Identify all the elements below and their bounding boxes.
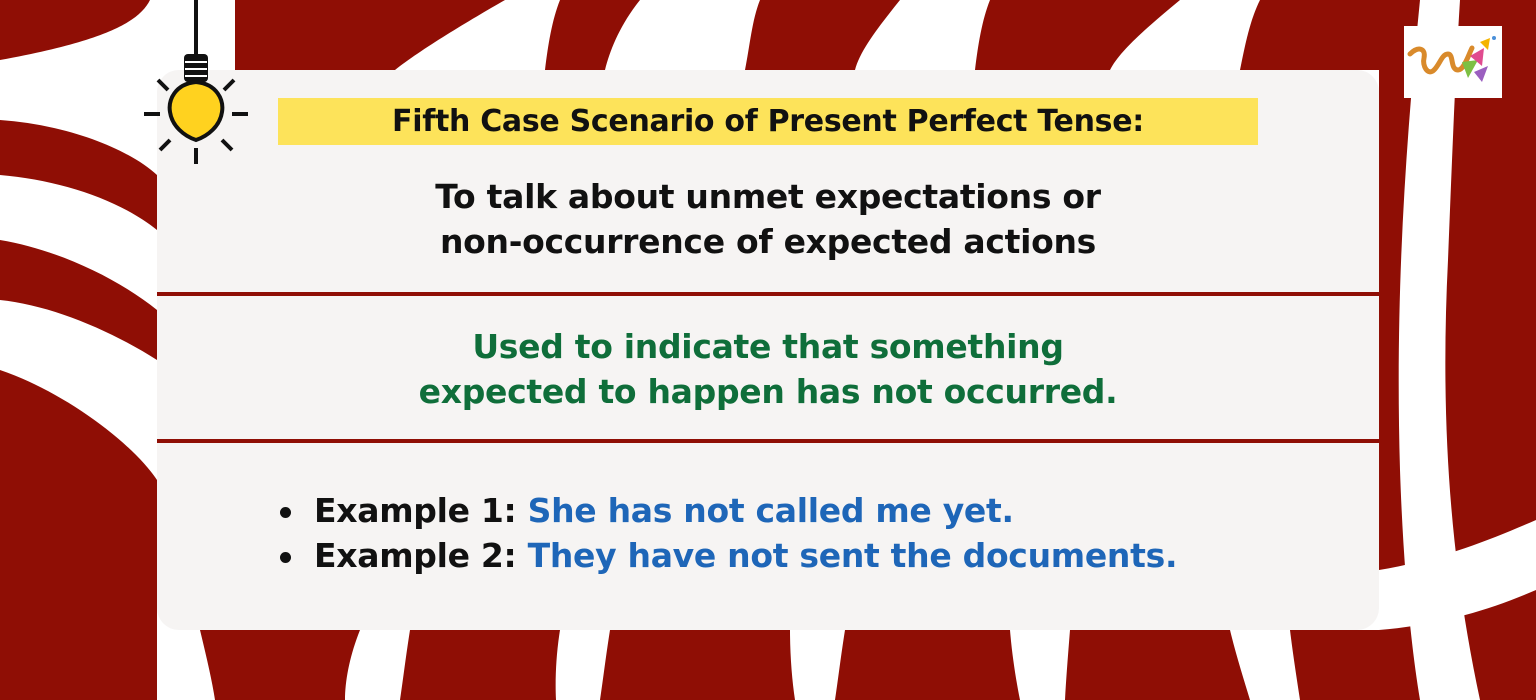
page-title: Fifth Case Scenario of Present Perfect T… — [278, 98, 1258, 145]
description-line-2: expected to happen has not occurred. — [418, 372, 1118, 411]
bullet-icon — [280, 507, 291, 518]
w-logo-icon — [1404, 26, 1502, 98]
example-text: They have not sent the documents. — [527, 536, 1178, 575]
example-label: Example 2: — [314, 536, 528, 575]
divider-top — [157, 292, 1379, 296]
subtitle-line-2: non-occurrence of expected actions — [439, 222, 1097, 261]
examples-list: Example 1: She has not called me yet. Ex… — [280, 488, 1364, 578]
list-item: Example 2: They have not sent the docume… — [280, 533, 1364, 578]
subtitle-line-1: To talk about unmet expectations or — [435, 177, 1101, 216]
example-label: Example 1: — [314, 491, 528, 530]
light-bulb-icon — [144, 0, 248, 164]
divider-bottom — [157, 439, 1379, 443]
bullet-icon — [280, 552, 291, 563]
example-text: She has not called me yet. — [527, 491, 1014, 530]
list-item: Example 1: She has not called me yet. — [280, 488, 1364, 533]
description-line-1: Used to indicate that something — [472, 327, 1064, 366]
